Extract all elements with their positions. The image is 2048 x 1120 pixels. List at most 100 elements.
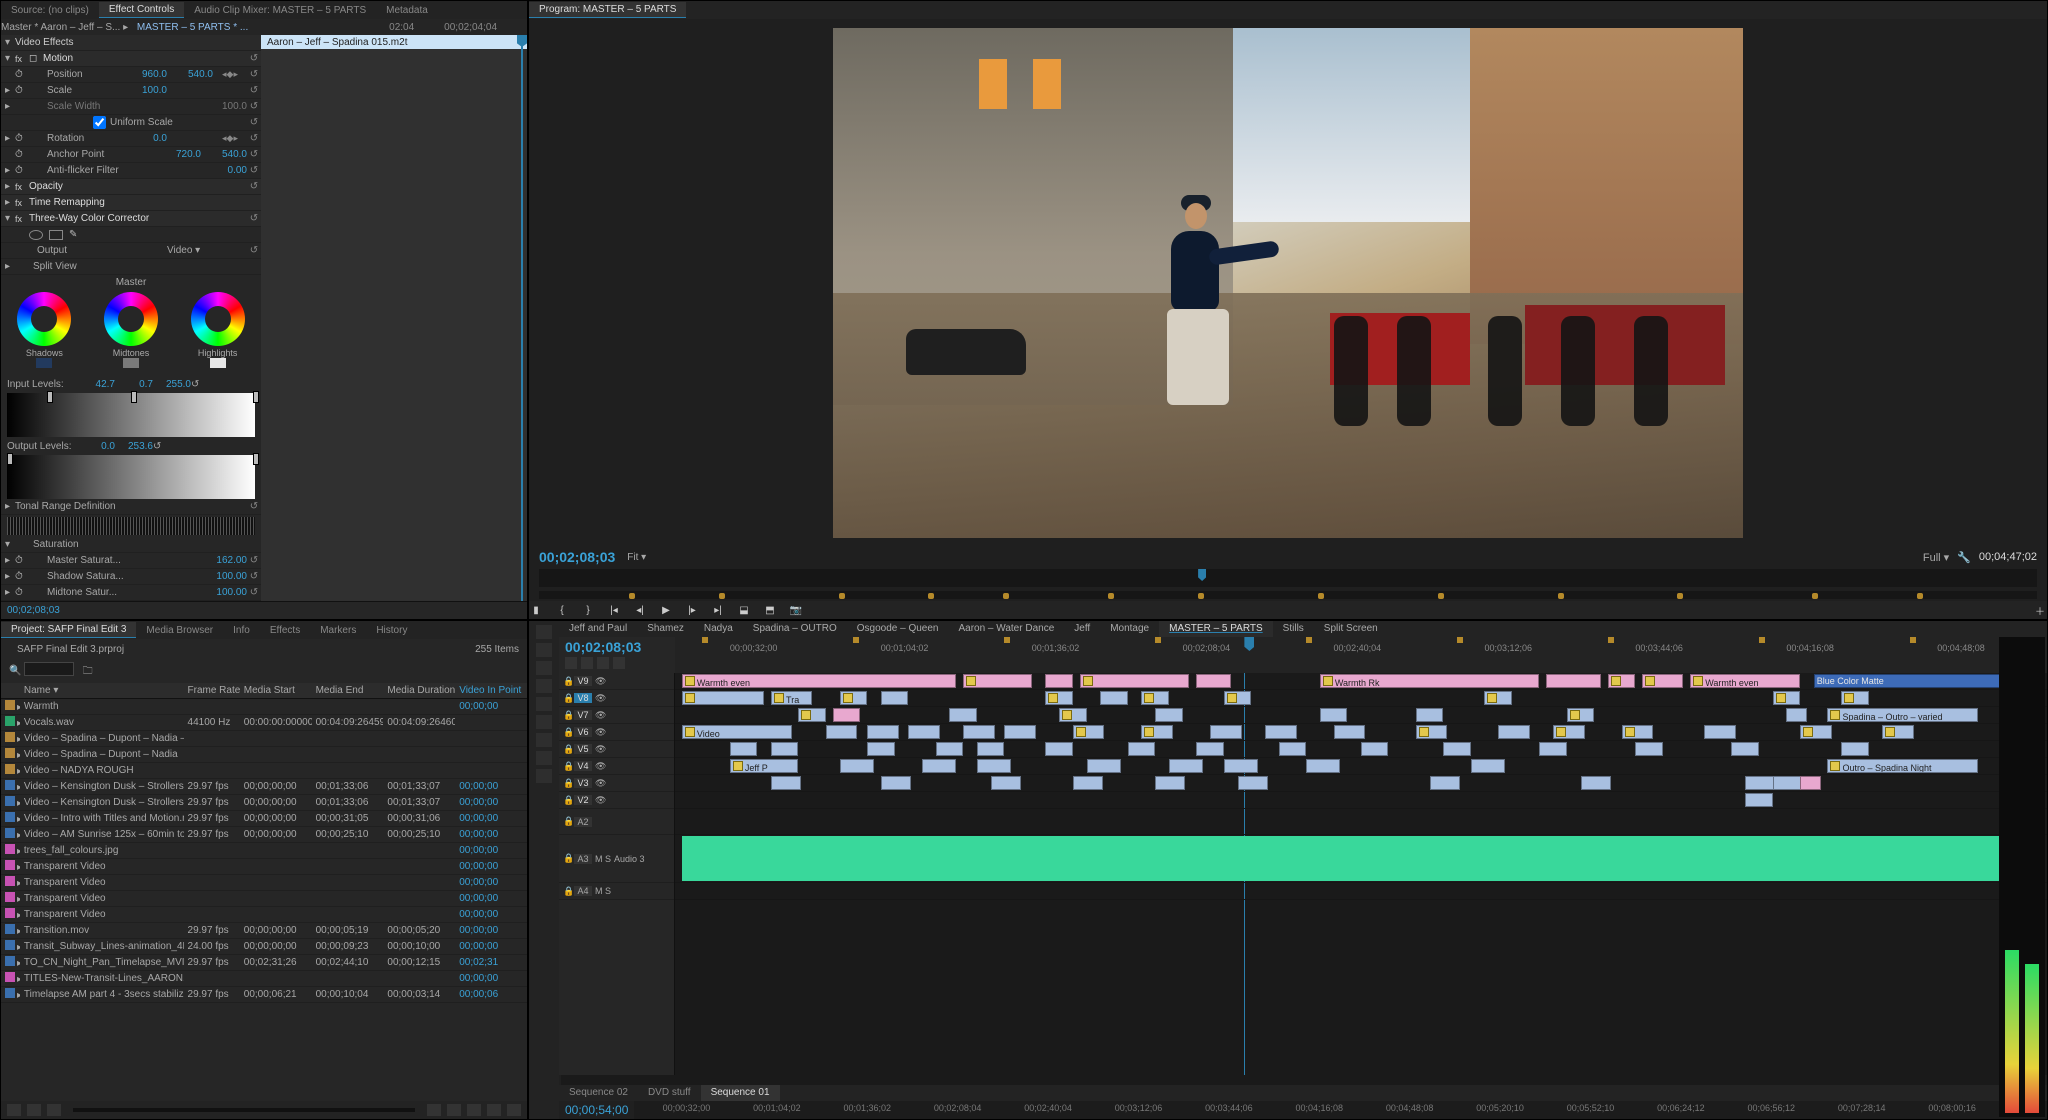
program-markers-track[interactable] — [539, 591, 2037, 599]
list-view-icon[interactable] — [7, 1104, 21, 1116]
marker-icon[interactable] — [597, 657, 609, 669]
mark-in-icon[interactable]: { — [555, 603, 569, 617]
col-videoin[interactable]: Video In Point — [455, 685, 527, 696]
project-row[interactable]: ▸ Warmth 00;00;00 — [1, 699, 527, 715]
reset-icon[interactable]: ↺ — [247, 133, 261, 144]
timeline-clip[interactable]: Outro – Spadina Night — [1827, 759, 1978, 773]
sequence-tab[interactable]: Spadina – OUTRO — [743, 621, 847, 637]
hand-tool-icon[interactable] — [536, 733, 552, 747]
type-tool-icon[interactable] — [536, 769, 552, 783]
timeline-clip[interactable] — [963, 725, 995, 739]
bin-icon[interactable]: 🗀 — [83, 666, 93, 677]
timeline-clip[interactable] — [1773, 691, 1800, 705]
timeline-clip[interactable] — [771, 742, 798, 756]
find-icon[interactable] — [447, 1104, 461, 1116]
ec-position[interactable]: Position — [29, 69, 111, 80]
tonal-histogram[interactable] — [7, 517, 255, 535]
scale-val[interactable]: 100.0 — [111, 85, 167, 96]
uniform-scale-checkbox[interactable] — [93, 116, 106, 129]
timeline-clip[interactable] — [1498, 725, 1530, 739]
tab-project[interactable]: Project: SAFP Final Edit 3 — [1, 622, 136, 638]
reset-icon[interactable]: ↺ — [247, 53, 261, 64]
outlvl-2[interactable]: 253.6 — [115, 441, 153, 452]
output-select[interactable]: Video — [167, 245, 192, 256]
ec-clip-name[interactable]: Aaron – Jeff – Spadina 015.m2t — [261, 35, 527, 49]
thumb-size-slider[interactable] — [73, 1108, 415, 1112]
button-editor-icon[interactable]: ＋ — [2033, 603, 2047, 617]
settings-icon[interactable] — [613, 657, 625, 669]
program-timecode[interactable]: 00;02;08;03 — [539, 549, 615, 565]
reset-icon[interactable]: ↺ — [247, 501, 261, 512]
project-row[interactable]: ▸ Video – Kensington Dusk – Strollers.mo… — [1, 795, 527, 811]
timeline-clip[interactable] — [1224, 759, 1258, 773]
sequence-tab[interactable]: Stills — [1273, 621, 1314, 637]
video-track-header[interactable]: 🔒V8👁 — [559, 690, 674, 707]
ec-flicker[interactable]: Anti-flicker Filter — [29, 165, 191, 176]
master-sat[interactable]: Master Saturat... — [29, 555, 191, 566]
reset-icon[interactable]: ↺ — [153, 441, 161, 452]
reset-icon[interactable]: ↺ — [247, 587, 261, 598]
ec-splitview[interactable]: Split View — [15, 261, 261, 272]
timeline-zoom-scroll[interactable] — [561, 1075, 2045, 1085]
timeline-clip[interactable]: Warmth — [1642, 674, 1683, 688]
video-track-header[interactable]: 🔒V3👁 — [559, 775, 674, 792]
timeline-clip[interactable] — [1361, 742, 1388, 756]
project-row[interactable]: ▸ Video – Spadina – Dupont – Nadia — [1, 747, 527, 763]
project-search-input[interactable] — [24, 662, 74, 676]
timeline-clip[interactable] — [1306, 759, 1340, 773]
timeline-clip[interactable] — [1546, 674, 1601, 688]
timeline-clip[interactable] — [840, 759, 874, 773]
timeline-clip[interactable] — [867, 742, 894, 756]
timeline-clip[interactable] — [1430, 776, 1460, 790]
ec-video-effects[interactable]: Video Effects — [15, 37, 261, 48]
audio-clip[interactable] — [682, 836, 2020, 881]
ripple-tool-icon[interactable] — [536, 661, 552, 675]
project-row[interactable]: ▸ Transition.mov29.97 fps00;00;00;00 00;… — [1, 923, 527, 939]
timeline-clip[interactable] — [1800, 725, 1832, 739]
timeline-clip[interactable] — [867, 725, 899, 739]
timeline-clip[interactable] — [991, 776, 1021, 790]
selection-tool-icon[interactable] — [536, 625, 552, 639]
video-track-header[interactable]: 🔒V5👁 — [559, 741, 674, 758]
video-track-header[interactable]: 🔒V2👁 — [559, 792, 674, 809]
settings-icon[interactable]: 🔧 — [1957, 551, 1971, 564]
timeline-clip[interactable] — [1224, 691, 1251, 705]
timeline-clip[interactable] — [1320, 708, 1347, 722]
col-mediaend[interactable]: Media End — [312, 685, 384, 696]
pen-tool-icon[interactable] — [536, 715, 552, 729]
tab-source[interactable]: Source: (no clips) — [1, 3, 99, 18]
timeline-clip[interactable] — [1073, 776, 1103, 790]
timeline-clip[interactable] — [1622, 725, 1654, 739]
go-out-icon[interactable]: ▸| — [711, 603, 725, 617]
timeline-clip[interactable] — [1155, 776, 1185, 790]
shadows-wheel[interactable] — [17, 292, 71, 346]
new-item-icon[interactable] — [487, 1104, 501, 1116]
tab-audio-mixer[interactable]: Audio Clip Mixer: MASTER – 5 PARTS — [184, 3, 376, 18]
tab-info[interactable]: Info — [223, 623, 260, 638]
midtones-wheel[interactable] — [104, 292, 158, 346]
timeline-clip[interactable]: Spadina – Outro – varied — [1827, 708, 1978, 722]
timeline-clip[interactable] — [1169, 759, 1203, 773]
sequence-tab[interactable]: Jeff — [1064, 621, 1100, 637]
reset-icon[interactable]: ↺ — [247, 101, 261, 112]
program-scrubber[interactable] — [539, 569, 2037, 587]
timeline-clip[interactable] — [1155, 708, 1182, 722]
reset-icon[interactable]: ↺ — [247, 165, 261, 176]
timeline-clip[interactable] — [936, 742, 963, 756]
timeline-clip[interactable]: Warmth Rk — [1320, 674, 1540, 688]
timeline-playhead[interactable] — [1244, 637, 1254, 651]
timeline-clip[interactable] — [1210, 725, 1242, 739]
play-icon[interactable]: ▶ — [659, 603, 673, 617]
timeline-clip[interactable] — [1553, 725, 1585, 739]
export-frame-icon[interactable]: 📷 — [789, 603, 803, 617]
timeline-clip[interactable] — [771, 776, 801, 790]
lower-timeline-ruler[interactable]: 00;00;32;0000;01;04;0200;01;36;0200;02;0… — [634, 1101, 2047, 1119]
timeline-clip[interactable] — [1045, 742, 1072, 756]
project-row[interactable]: ▸ Video – Intro with Titles and Motion.m… — [1, 811, 527, 827]
ec-anchor[interactable]: Anchor Point — [29, 149, 145, 160]
timeline-clip[interactable] — [1704, 725, 1736, 739]
tab-effect-controls[interactable]: Effect Controls — [99, 2, 184, 18]
tonal-range[interactable]: Tonal Range Definition — [15, 501, 247, 512]
project-row[interactable]: ▸ Video – Kensington Dusk – Strollers.mo… — [1, 779, 527, 795]
project-row[interactable]: ▸ Video – NADYA ROUGH — [1, 763, 527, 779]
